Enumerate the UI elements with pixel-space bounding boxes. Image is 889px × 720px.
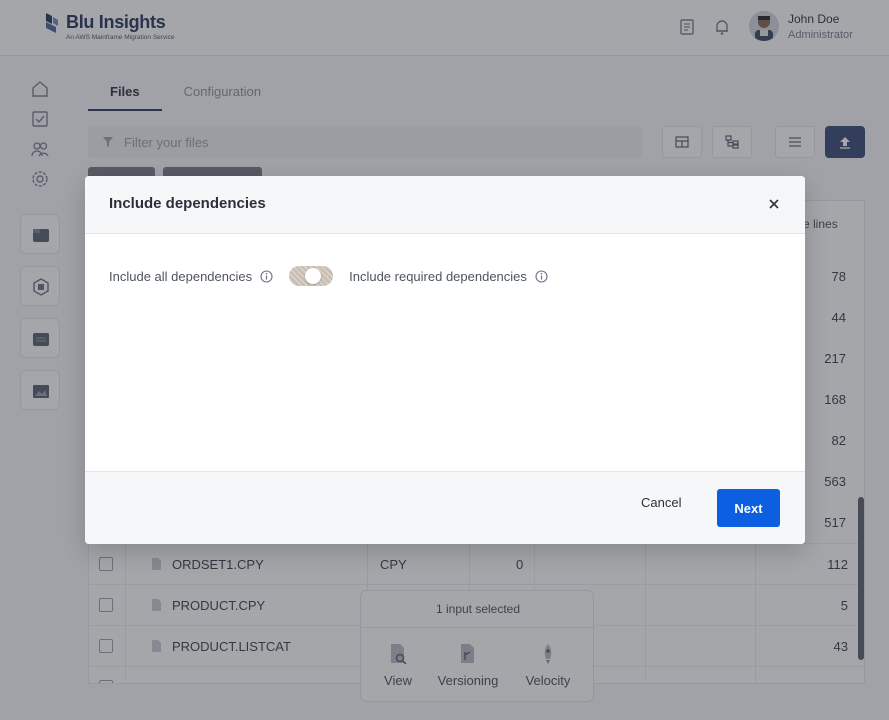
close-icon[interactable] bbox=[766, 196, 782, 212]
cancel-button[interactable]: Cancel bbox=[641, 495, 681, 510]
dialog-body: Include all dependencies Include require… bbox=[85, 234, 805, 471]
include-all-label: Include all dependencies bbox=[109, 268, 253, 284]
next-button[interactable]: Next bbox=[717, 489, 780, 527]
include-dependencies-dialog: Include dependencies Include all depende… bbox=[85, 176, 805, 544]
toggle-knob bbox=[305, 268, 322, 284]
dialog-title: Include dependencies bbox=[109, 195, 266, 212]
include-required-label: Include required dependencies bbox=[349, 268, 527, 284]
dialog-header: Include dependencies bbox=[85, 176, 805, 234]
info-icon[interactable] bbox=[260, 269, 273, 283]
dialog-footer: Cancel Next bbox=[85, 471, 805, 544]
dependency-toggle[interactable] bbox=[289, 266, 334, 286]
dependency-options: Include all dependencies Include require… bbox=[109, 266, 548, 286]
info-icon[interactable] bbox=[535, 269, 548, 283]
